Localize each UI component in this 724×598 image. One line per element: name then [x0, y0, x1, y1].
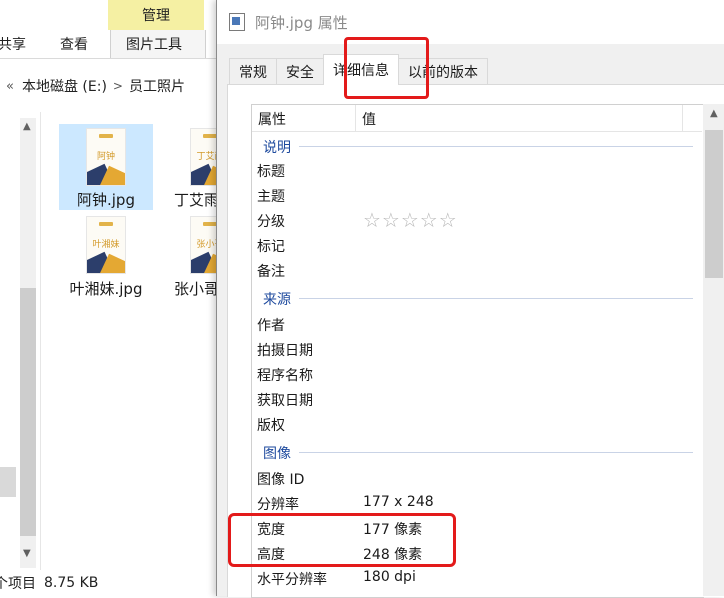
breadcrumb-drive[interactable]: 本地磁盘 (E:) — [22, 76, 107, 96]
ribbon-tab-share[interactable]: 共享 — [0, 34, 26, 56]
group-header-description: 说明 — [263, 136, 693, 156]
rating-stars-icon[interactable]: ☆☆☆☆☆ — [363, 208, 458, 232]
ribbon-tab-manage[interactable]: 管理 — [108, 0, 204, 30]
scroll-up-arrow-icon[interactable]: ▲ — [710, 108, 718, 119]
detail-key: 主题 — [257, 189, 285, 205]
file-item[interactable]: 阿钟 阿钟.jpg — [59, 124, 153, 210]
file-thumbnail: 阿钟 — [86, 128, 126, 186]
detail-key: 高度 — [257, 547, 285, 563]
group-header-image: 图像 — [263, 442, 693, 462]
detail-key: 宽度 — [257, 522, 285, 538]
tab-previous-versions[interactable]: 以前的版本 — [398, 58, 488, 85]
detail-key: 分辨率 — [257, 497, 299, 513]
breadcrumb-separator-icon: > — [112, 79, 123, 93]
detail-row-horizontal-resolution[interactable]: 水平分辨率 180 dpi — [257, 566, 697, 590]
detail-row-title[interactable]: 标题 — [257, 158, 697, 182]
file-name: 叶湘妹.jpg — [69, 280, 143, 298]
detail-key: 备注 — [257, 264, 285, 280]
scroll-down-arrow-icon[interactable]: ▼ — [23, 548, 31, 559]
dialog-title: 阿钟.jpg 属性 — [255, 13, 348, 32]
address-bar[interactable]: « 本地磁盘 (E:) > 员工照片 — [0, 70, 224, 102]
detail-row-date-taken[interactable]: 拍摄日期 — [257, 337, 697, 361]
group-label: 说明 — [263, 140, 291, 156]
ribbon-divider — [0, 58, 224, 59]
detail-row-rating[interactable]: 分级 ☆☆☆☆☆ — [257, 208, 697, 232]
column-header-property[interactable]: 属性 — [258, 109, 286, 129]
column-header-value[interactable]: 值 — [362, 109, 376, 129]
breadcrumb-folder[interactable]: 员工照片 — [129, 76, 185, 96]
detail-key: 分级 — [257, 214, 285, 230]
detail-row-tags[interactable]: 标记 — [257, 233, 697, 257]
detail-row-width[interactable]: 宽度 177 像素 — [257, 516, 697, 540]
image-file-icon — [229, 13, 245, 31]
tab-security[interactable]: 安全 — [276, 58, 324, 85]
detail-row-height[interactable]: 高度 248 像素 — [257, 541, 697, 565]
scroll-up-arrow-icon[interactable]: ▲ — [23, 121, 31, 132]
overflow-chevron-icon[interactable]: « — [6, 79, 14, 94]
detail-value[interactable]: 248 像素 — [363, 544, 422, 564]
ribbon-tab-view[interactable]: 查看 — [60, 34, 88, 56]
detail-row-image-id[interactable]: 图像 ID — [257, 466, 697, 490]
detail-row-copyright[interactable]: 版权 — [257, 412, 697, 436]
group-divider — [299, 146, 693, 147]
status-item-count: 个项目 — [0, 576, 36, 592]
group-header-origin: 来源 — [263, 288, 693, 308]
nav-scrollbar-thumb[interactable] — [20, 288, 36, 536]
dialog-tab-strip: 常规 安全 详细信息 以前的版本 — [229, 54, 488, 85]
file-name: 丁艾雨 — [174, 191, 220, 209]
detail-key: 图像 ID — [257, 472, 305, 488]
detail-value[interactable]: 180 dpi — [363, 569, 416, 585]
detail-key: 拍摄日期 — [257, 343, 313, 359]
details-column-header: 属性 值 — [252, 105, 702, 132]
file-name: 阿钟.jpg — [77, 191, 135, 209]
group-divider — [299, 452, 693, 453]
group-label: 来源 — [263, 292, 291, 308]
detail-key: 获取日期 — [257, 393, 313, 409]
detail-key: 标记 — [257, 239, 285, 255]
column-divider[interactable] — [682, 105, 683, 131]
detail-value[interactable]: 177 像素 — [363, 519, 422, 539]
detail-key: 程序名称 — [257, 368, 313, 384]
detail-row-date-acquired[interactable]: 获取日期 — [257, 387, 697, 411]
detail-key: 版权 — [257, 418, 285, 434]
detail-value[interactable]: 177 x 248 — [363, 494, 434, 510]
detail-key: 作者 — [257, 318, 285, 334]
file-thumbnail: 叶湘妹 — [86, 216, 126, 274]
dialog-title-bar[interactable]: 阿钟.jpg 属性 — [217, 0, 724, 44]
details-scrollbar-thumb[interactable] — [705, 130, 723, 278]
detail-key: 标题 — [257, 164, 285, 180]
tab-details[interactable]: 详细信息 — [323, 54, 399, 85]
column-divider[interactable] — [355, 105, 356, 131]
detail-row-subject[interactable]: 主题 — [257, 183, 697, 207]
detail-key: 水平分辨率 — [257, 572, 327, 588]
detail-row-author[interactable]: 作者 — [257, 312, 697, 336]
tab-general[interactable]: 常规 — [229, 58, 277, 85]
file-item[interactable]: 丁艾雨 丁艾雨 — [160, 124, 224, 210]
group-label: 图像 — [263, 446, 291, 462]
ribbon-tab-picture-tools[interactable]: 图片工具 — [126, 34, 182, 56]
status-bar: 个项目 8.75 KB — [0, 570, 224, 596]
file-name: 张小哥 — [174, 280, 220, 298]
file-item[interactable]: 叶湘妹 叶湘妹.jpg — [59, 214, 153, 300]
file-item[interactable]: 张小哥 张小哥 — [160, 214, 224, 300]
group-divider — [299, 298, 693, 299]
status-size: 8.75 KB — [44, 575, 99, 591]
detail-row-comments[interactable]: 备注 — [257, 258, 697, 282]
nav-selected-item[interactable] — [0, 467, 16, 497]
detail-row-program[interactable]: 程序名称 — [257, 362, 697, 386]
properties-dialog: 阿钟.jpg 属性 常规 安全 详细信息 以前的版本 属性 值 ▲ 说明 标题 … — [216, 0, 724, 598]
detail-row-dimensions[interactable]: 分辨率 177 x 248 — [257, 491, 697, 515]
